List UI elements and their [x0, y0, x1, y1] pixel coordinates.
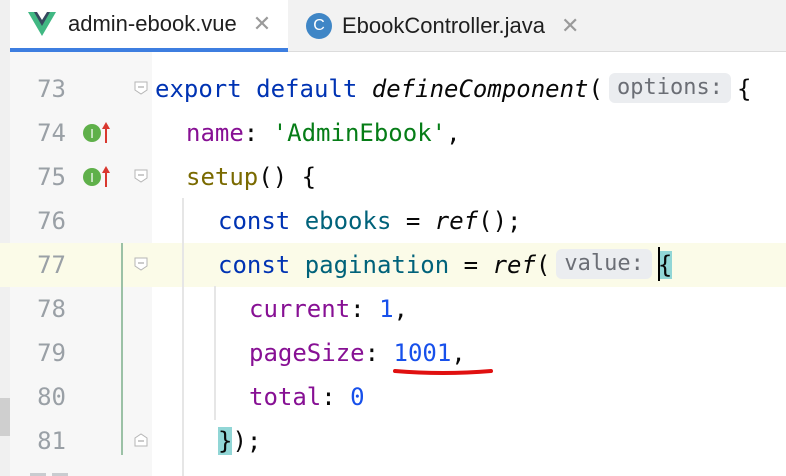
partial-line-number — [30, 473, 68, 476]
code-text: setup() { — [186, 163, 317, 191]
code-text: const pagination = ref(value:{ — [218, 243, 673, 287]
close-tab-icon[interactable]: ✕ — [253, 11, 271, 37]
code-line-partial — [0, 463, 786, 476]
line-number: 74 — [37, 119, 66, 147]
line-number: 76 — [37, 207, 66, 235]
line-number: 80 — [37, 383, 66, 411]
code-line-73: 73 export default defineComponent(option… — [0, 67, 786, 111]
parameter-hint-value: value: — [556, 249, 652, 279]
code-line-76: 76 const ebooks = ref(); — [0, 199, 786, 243]
tab-label: EbookController.java — [342, 13, 546, 38]
code-text: }); — [218, 427, 262, 455]
code-line-75: 75 I setup() { — [0, 155, 786, 199]
line-number: 78 — [37, 295, 66, 323]
svg-text:I: I — [90, 127, 94, 141]
code-text: total: 0 — [249, 383, 365, 411]
brace-match-highlight: { — [657, 251, 673, 279]
implements-up-icon[interactable]: I — [82, 121, 112, 145]
fold-collapse-icon[interactable] — [134, 81, 148, 95]
line-number: 79 — [37, 339, 66, 367]
code-line-74: 74 I name: 'AdminEbook', — [0, 111, 786, 155]
fold-collapse-icon[interactable] — [134, 169, 148, 183]
text-caret — [657, 247, 660, 281]
implements-up-icon[interactable]: I — [82, 165, 112, 189]
line-number: 75 — [37, 163, 66, 191]
close-tab-icon[interactable]: ✕ — [561, 13, 579, 39]
line-number: 81 — [37, 427, 66, 455]
code-line-78: 78 current: 1, — [0, 287, 786, 331]
code-text: export default defineComponent(options:{ — [155, 73, 752, 103]
tab-ebookcontroller-java[interactable]: C EbookController.java ✕ — [306, 0, 606, 52]
code-text: current: 1, — [249, 295, 408, 323]
code-text: name: 'AdminEbook', — [186, 119, 461, 147]
code-line-80: 80 total: 0 — [0, 375, 786, 419]
parameter-hint-options: options: — [608, 73, 731, 103]
line-number: 77 — [37, 251, 66, 279]
vue-logo-icon — [28, 12, 56, 36]
red-underline-annotation — [393, 369, 493, 375]
class-c-icon: C — [306, 13, 332, 39]
code-line-81: 81 }); — [0, 419, 786, 463]
code-line-77: 77 const pagination = ref(value:{ — [0, 243, 786, 287]
svg-text:I: I — [90, 171, 94, 185]
line-number: 73 — [37, 75, 66, 103]
fold-collapse-icon[interactable] — [134, 257, 148, 271]
tab-label: admin-ebook.vue — [68, 11, 237, 36]
brace-match-highlight: } — [218, 427, 233, 455]
editor-tab-bar: admin-ebook.vue ✕ C EbookController.java… — [10, 0, 786, 52]
tab-admin-ebook-vue[interactable]: admin-ebook.vue ✕ — [10, 0, 288, 52]
code-text: const ebooks = ref(); — [218, 207, 522, 235]
fold-end-icon[interactable] — [134, 433, 148, 447]
